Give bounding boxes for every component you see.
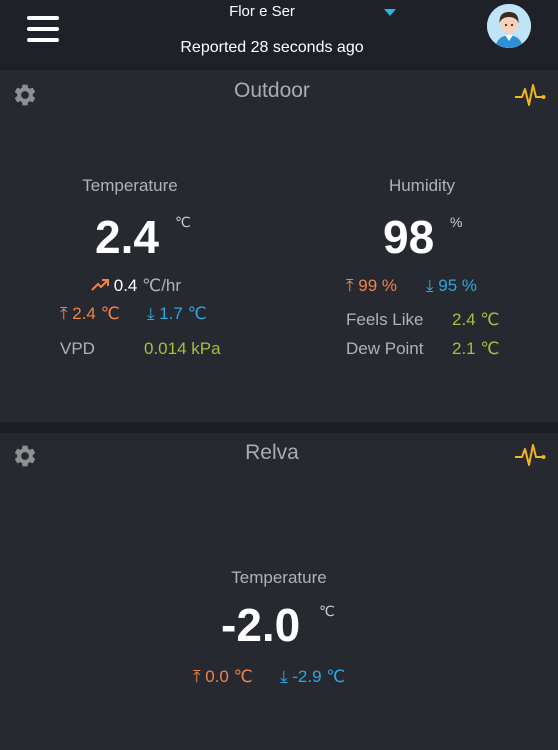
arrow-up-icon: ⤒: [346, 276, 354, 295]
feels-like-value: 2.4 ℃: [452, 310, 500, 329]
temperature-high: ⤒ 0.0 ℃: [193, 667, 253, 687]
arrow-down-icon: ⤓: [280, 667, 288, 686]
temperature-low-value: 1.7 ℃: [159, 304, 207, 323]
temperature-unit: ℃: [319, 603, 335, 619]
humidity-label: Humidity: [388, 176, 456, 195]
outdoor-card: Outdoor Temperature 2.4 ℃ 0.4 ℃/hr ⤒ 2.4…: [0, 70, 558, 422]
temperature-low-value: -2.9 ℃: [292, 667, 346, 686]
humidity-high-value: 99 %: [358, 276, 397, 295]
temperature-low: ⤓ 1.7 ℃: [147, 304, 207, 324]
temperature-trend: 0.4 ℃/hr: [91, 276, 181, 296]
vpd-value: 0.014 kPa: [144, 339, 221, 358]
trend-unit: ℃/hr: [142, 276, 182, 295]
dew-point-value: 2.1 ℃: [452, 339, 500, 358]
relva-card: Relva Temperature -2.0 ℃ ⤒ 0.0 ℃ ⤓ -2.9 …: [0, 433, 558, 750]
pulse-icon[interactable]: [514, 83, 546, 107]
temperature-value: -2.0: [221, 599, 301, 651]
temperature-low: ⤓ -2.9 ℃: [280, 667, 345, 687]
temperature-high-value: 2.4 ℃: [72, 304, 120, 323]
arrow-down-icon: ⤓: [426, 276, 434, 295]
temperature-high-value: 0.0 ℃: [205, 667, 253, 686]
reported-status: Reported 28 seconds ago: [180, 39, 364, 56]
dew-point-label: Dew Point: [346, 339, 424, 358]
humidity-high: ⤒ 99 %: [346, 276, 397, 296]
arrow-up-icon: ⤒: [193, 667, 201, 686]
pulse-icon[interactable]: [514, 443, 546, 467]
temperature-high: ⤒ 2.4 ℃: [60, 304, 120, 324]
humidity-value: 98: [383, 211, 435, 263]
arrow-down-icon: ⤓: [147, 304, 155, 323]
arrow-up-icon: ⤒: [60, 304, 68, 323]
temperature-value: 2.4: [95, 211, 159, 263]
humidity-low-value: 95 %: [438, 276, 477, 295]
avatar[interactable]: [487, 4, 531, 48]
trend-up-icon: [91, 279, 109, 291]
humidity-low: ⤓ 95 %: [426, 276, 477, 296]
station-name[interactable]: Flor e Ser: [0, 3, 524, 20]
feels-like-label: Feels Like: [346, 310, 424, 329]
chevron-down-icon[interactable]: [384, 9, 396, 16]
card-title: Outdoor: [234, 79, 310, 102]
temperature-label: Temperature: [231, 568, 327, 587]
card-title: Relva: [245, 441, 299, 464]
humidity-unit: %: [450, 214, 463, 230]
trend-value: 0.4: [113, 276, 138, 295]
app-header: Flor e Ser Reported 28 seconds ago: [0, 0, 558, 66]
vpd-label: VPD: [60, 339, 95, 358]
temperature-unit: ℃: [175, 214, 191, 230]
temperature-label: Temperature: [82, 176, 178, 195]
